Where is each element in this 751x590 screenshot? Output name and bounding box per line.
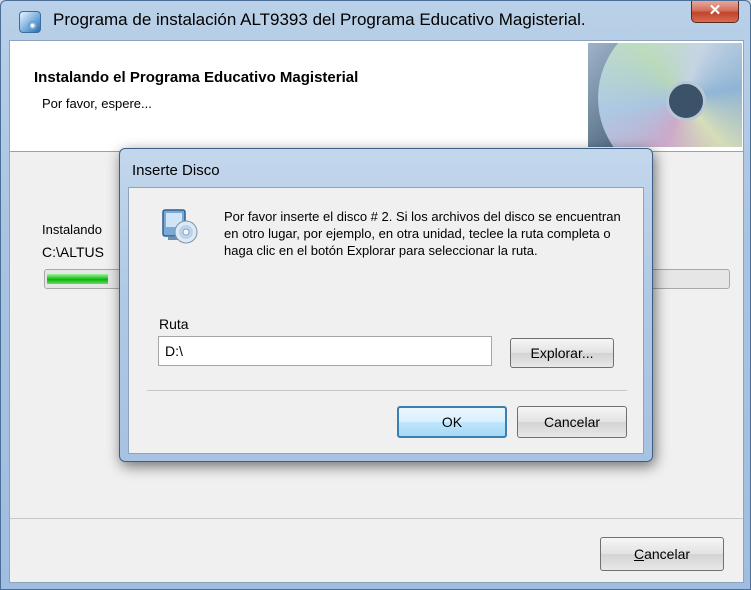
dialog-message: Por favor inserte el disco # 2. Si los a… xyxy=(224,209,621,258)
current-path: C:\ALTUS xyxy=(42,244,104,260)
title-bar[interactable]: Programa de instalación ALT9393 del Prog… xyxy=(1,1,751,41)
cancel-rest: ancelar xyxy=(644,546,691,562)
status-label: Instalando xyxy=(42,222,102,237)
ok-button[interactable]: OK xyxy=(397,406,507,438)
cd-hole xyxy=(666,81,706,121)
ruta-input[interactable] xyxy=(158,336,492,366)
cd-banner-image xyxy=(588,43,742,147)
insert-disk-dialog: Inserte Disco Por favor inserte el disco… xyxy=(119,148,653,462)
ruta-label: Ruta xyxy=(159,316,189,332)
cancel-install-button[interactable]: Cancelar xyxy=(600,537,724,571)
footer-divider xyxy=(10,518,743,519)
header-panel: Instalando el Programa Educativo Magiste… xyxy=(10,41,743,152)
dialog-cancel-button[interactable]: Cancelar xyxy=(517,406,627,438)
disk-drive-icon xyxy=(162,209,198,244)
explorar-button[interactable]: Explorar... xyxy=(510,338,614,368)
dialog-title: Inserte Disco xyxy=(132,162,220,179)
dialog-divider xyxy=(147,390,627,391)
header-subtitle: Por favor, espere... xyxy=(42,96,152,111)
progress-bar-fill xyxy=(47,274,108,284)
close-button[interactable]: ✕ xyxy=(691,1,739,23)
header-title: Instalando el Programa Educativo Magiste… xyxy=(34,69,359,86)
installer-icon xyxy=(19,11,41,33)
dialog-client-area: Por favor inserte el disco # 2. Si los a… xyxy=(128,187,644,454)
window-title: Programa de instalación ALT9393 del Prog… xyxy=(53,10,586,29)
cancel-accelerator: C xyxy=(633,546,645,562)
